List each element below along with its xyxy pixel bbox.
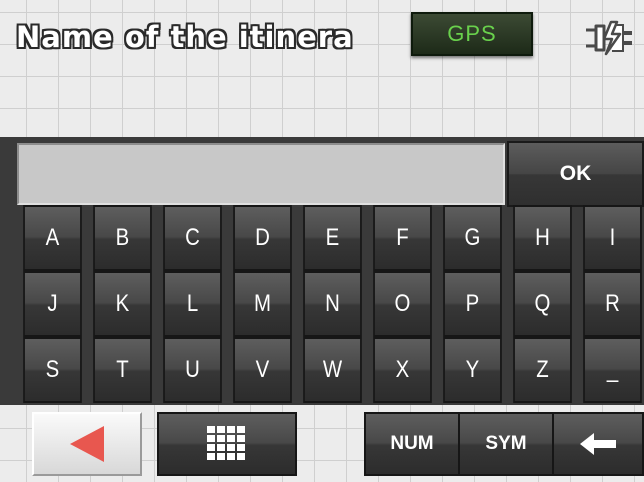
key-r[interactable]: R	[583, 271, 642, 337]
key-l[interactable]: L	[163, 271, 222, 337]
key-j[interactable]: J	[23, 271, 82, 337]
ok-button[interactable]: OK	[507, 141, 644, 207]
key-d[interactable]: D	[233, 205, 292, 271]
letter-keys: A B C D E F G H I J K L M N O P Q R S T U V W X Y Z _	[22, 205, 644, 405]
key-o[interactable]: O	[373, 271, 432, 337]
keyboard-grid-icon	[207, 426, 245, 460]
key-g[interactable]: G	[443, 205, 502, 271]
key-t[interactable]: T	[93, 337, 152, 403]
key-h[interactable]: H	[513, 205, 572, 271]
sym-button[interactable]: SYM	[458, 412, 554, 476]
key-y[interactable]: Y	[443, 337, 502, 403]
keyboard-panel: OK A B C D E F G H I J K L M N O P Q R S T U V W X Y Z _	[0, 137, 644, 405]
page-title: Name of the itinera	[16, 20, 354, 54]
keyboard-layout-button[interactable]	[157, 412, 297, 476]
key-underscore[interactable]: _	[583, 337, 642, 403]
num-button[interactable]: NUM	[364, 412, 460, 476]
key-z[interactable]: Z	[513, 337, 572, 403]
back-arrow-icon	[70, 426, 104, 462]
key-i[interactable]: I	[583, 205, 642, 271]
key-s[interactable]: S	[23, 337, 82, 403]
key-v[interactable]: V	[233, 337, 292, 403]
power-plug-icon[interactable]	[582, 20, 636, 56]
key-p[interactable]: P	[443, 271, 502, 337]
key-q[interactable]: Q	[513, 271, 572, 337]
backspace-button[interactable]	[552, 412, 644, 476]
itinerary-name-input[interactable]	[17, 143, 505, 205]
key-e[interactable]: E	[303, 205, 362, 271]
key-k[interactable]: K	[93, 271, 152, 337]
key-m[interactable]: M	[233, 271, 292, 337]
gps-button[interactable]: GPS	[411, 12, 533, 56]
key-b[interactable]: B	[93, 205, 152, 271]
key-w[interactable]: W	[303, 337, 362, 403]
key-f[interactable]: F	[373, 205, 432, 271]
header: Name of the itinera GPS	[0, 0, 644, 138]
key-x[interactable]: X	[373, 337, 432, 403]
backspace-arrow-icon	[580, 433, 616, 455]
key-u[interactable]: U	[163, 337, 222, 403]
key-n[interactable]: N	[303, 271, 362, 337]
key-a[interactable]: A	[23, 205, 82, 271]
bottom-toolbar: NUM SYM	[0, 405, 644, 482]
key-c[interactable]: C	[163, 205, 222, 271]
back-button[interactable]	[32, 412, 142, 476]
